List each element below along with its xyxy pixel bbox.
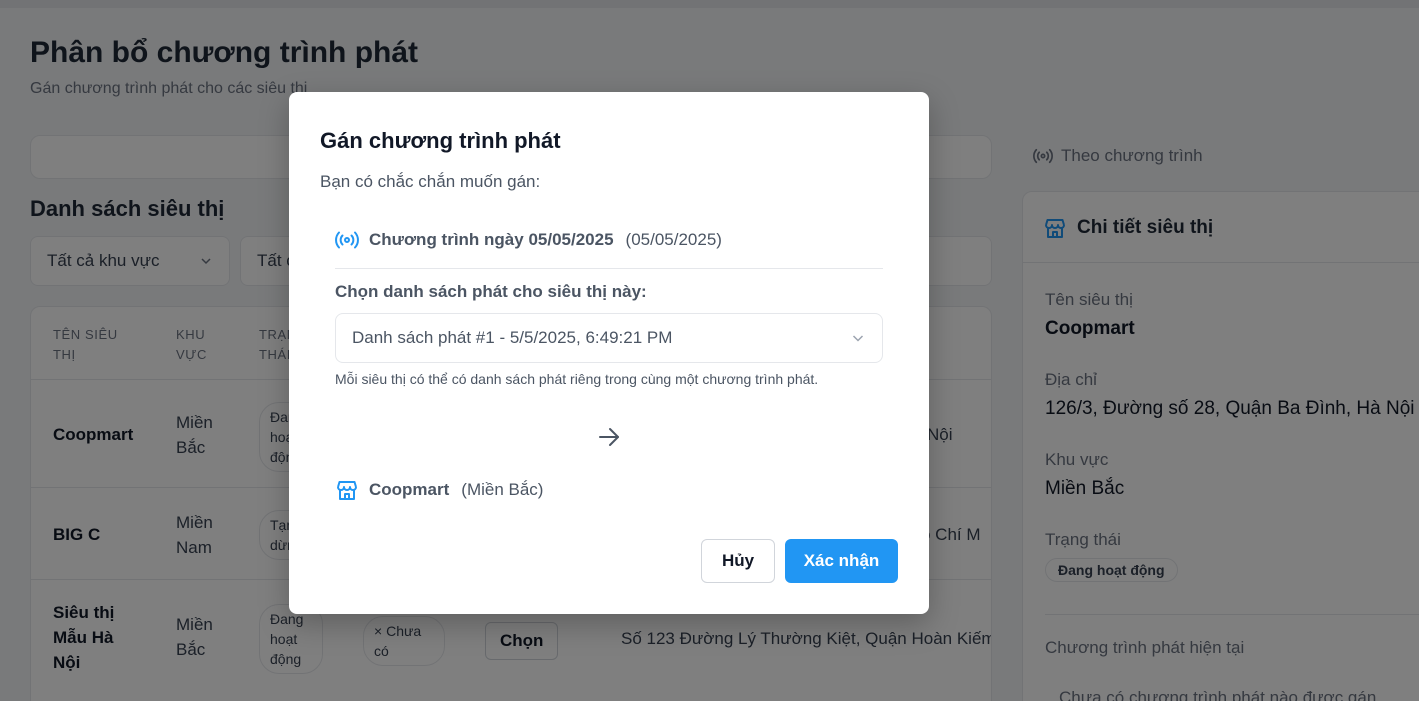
target-store-region: (Miền Bắc) (461, 480, 544, 499)
playlist-select-label: Chọn danh sách phát cho siêu thị này: (335, 282, 647, 301)
divider (335, 268, 883, 269)
selected-program: Chương trình ngày 05/05/2025 (05/05/2025… (335, 230, 722, 250)
broadcast-icon (335, 231, 359, 249)
dialog-title: Gán chương trình phát (320, 128, 561, 153)
cancel-button[interactable]: Hủy (701, 539, 775, 583)
target-store: Coopmart (Miền Bắc) (335, 478, 543, 502)
chevron-down-icon (852, 335, 864, 342)
program-name: Chương trình ngày 05/05/2025 (369, 230, 614, 249)
assign-program-dialog: Gán chương trình phát Bạn có chắc chắn m… (289, 92, 929, 614)
playlist-select-value: Danh sách phát #1 - 5/5/2025, 6:49:21 PM (352, 328, 673, 347)
dialog-subtitle: Bạn có chắc chắn muốn gán: (320, 172, 541, 191)
playlist-hint: Mỗi siêu thị có thể có danh sách phát ri… (335, 371, 819, 387)
playlist-select[interactable]: Danh sách phát #1 - 5/5/2025, 6:49:21 PM (335, 313, 883, 363)
store-icon (337, 481, 357, 500)
confirm-button[interactable]: Xác nhận (785, 539, 898, 583)
program-date: (05/05/2025) (625, 230, 722, 249)
arrow-right-icon (599, 428, 619, 446)
target-store-name: Coopmart (369, 480, 450, 499)
